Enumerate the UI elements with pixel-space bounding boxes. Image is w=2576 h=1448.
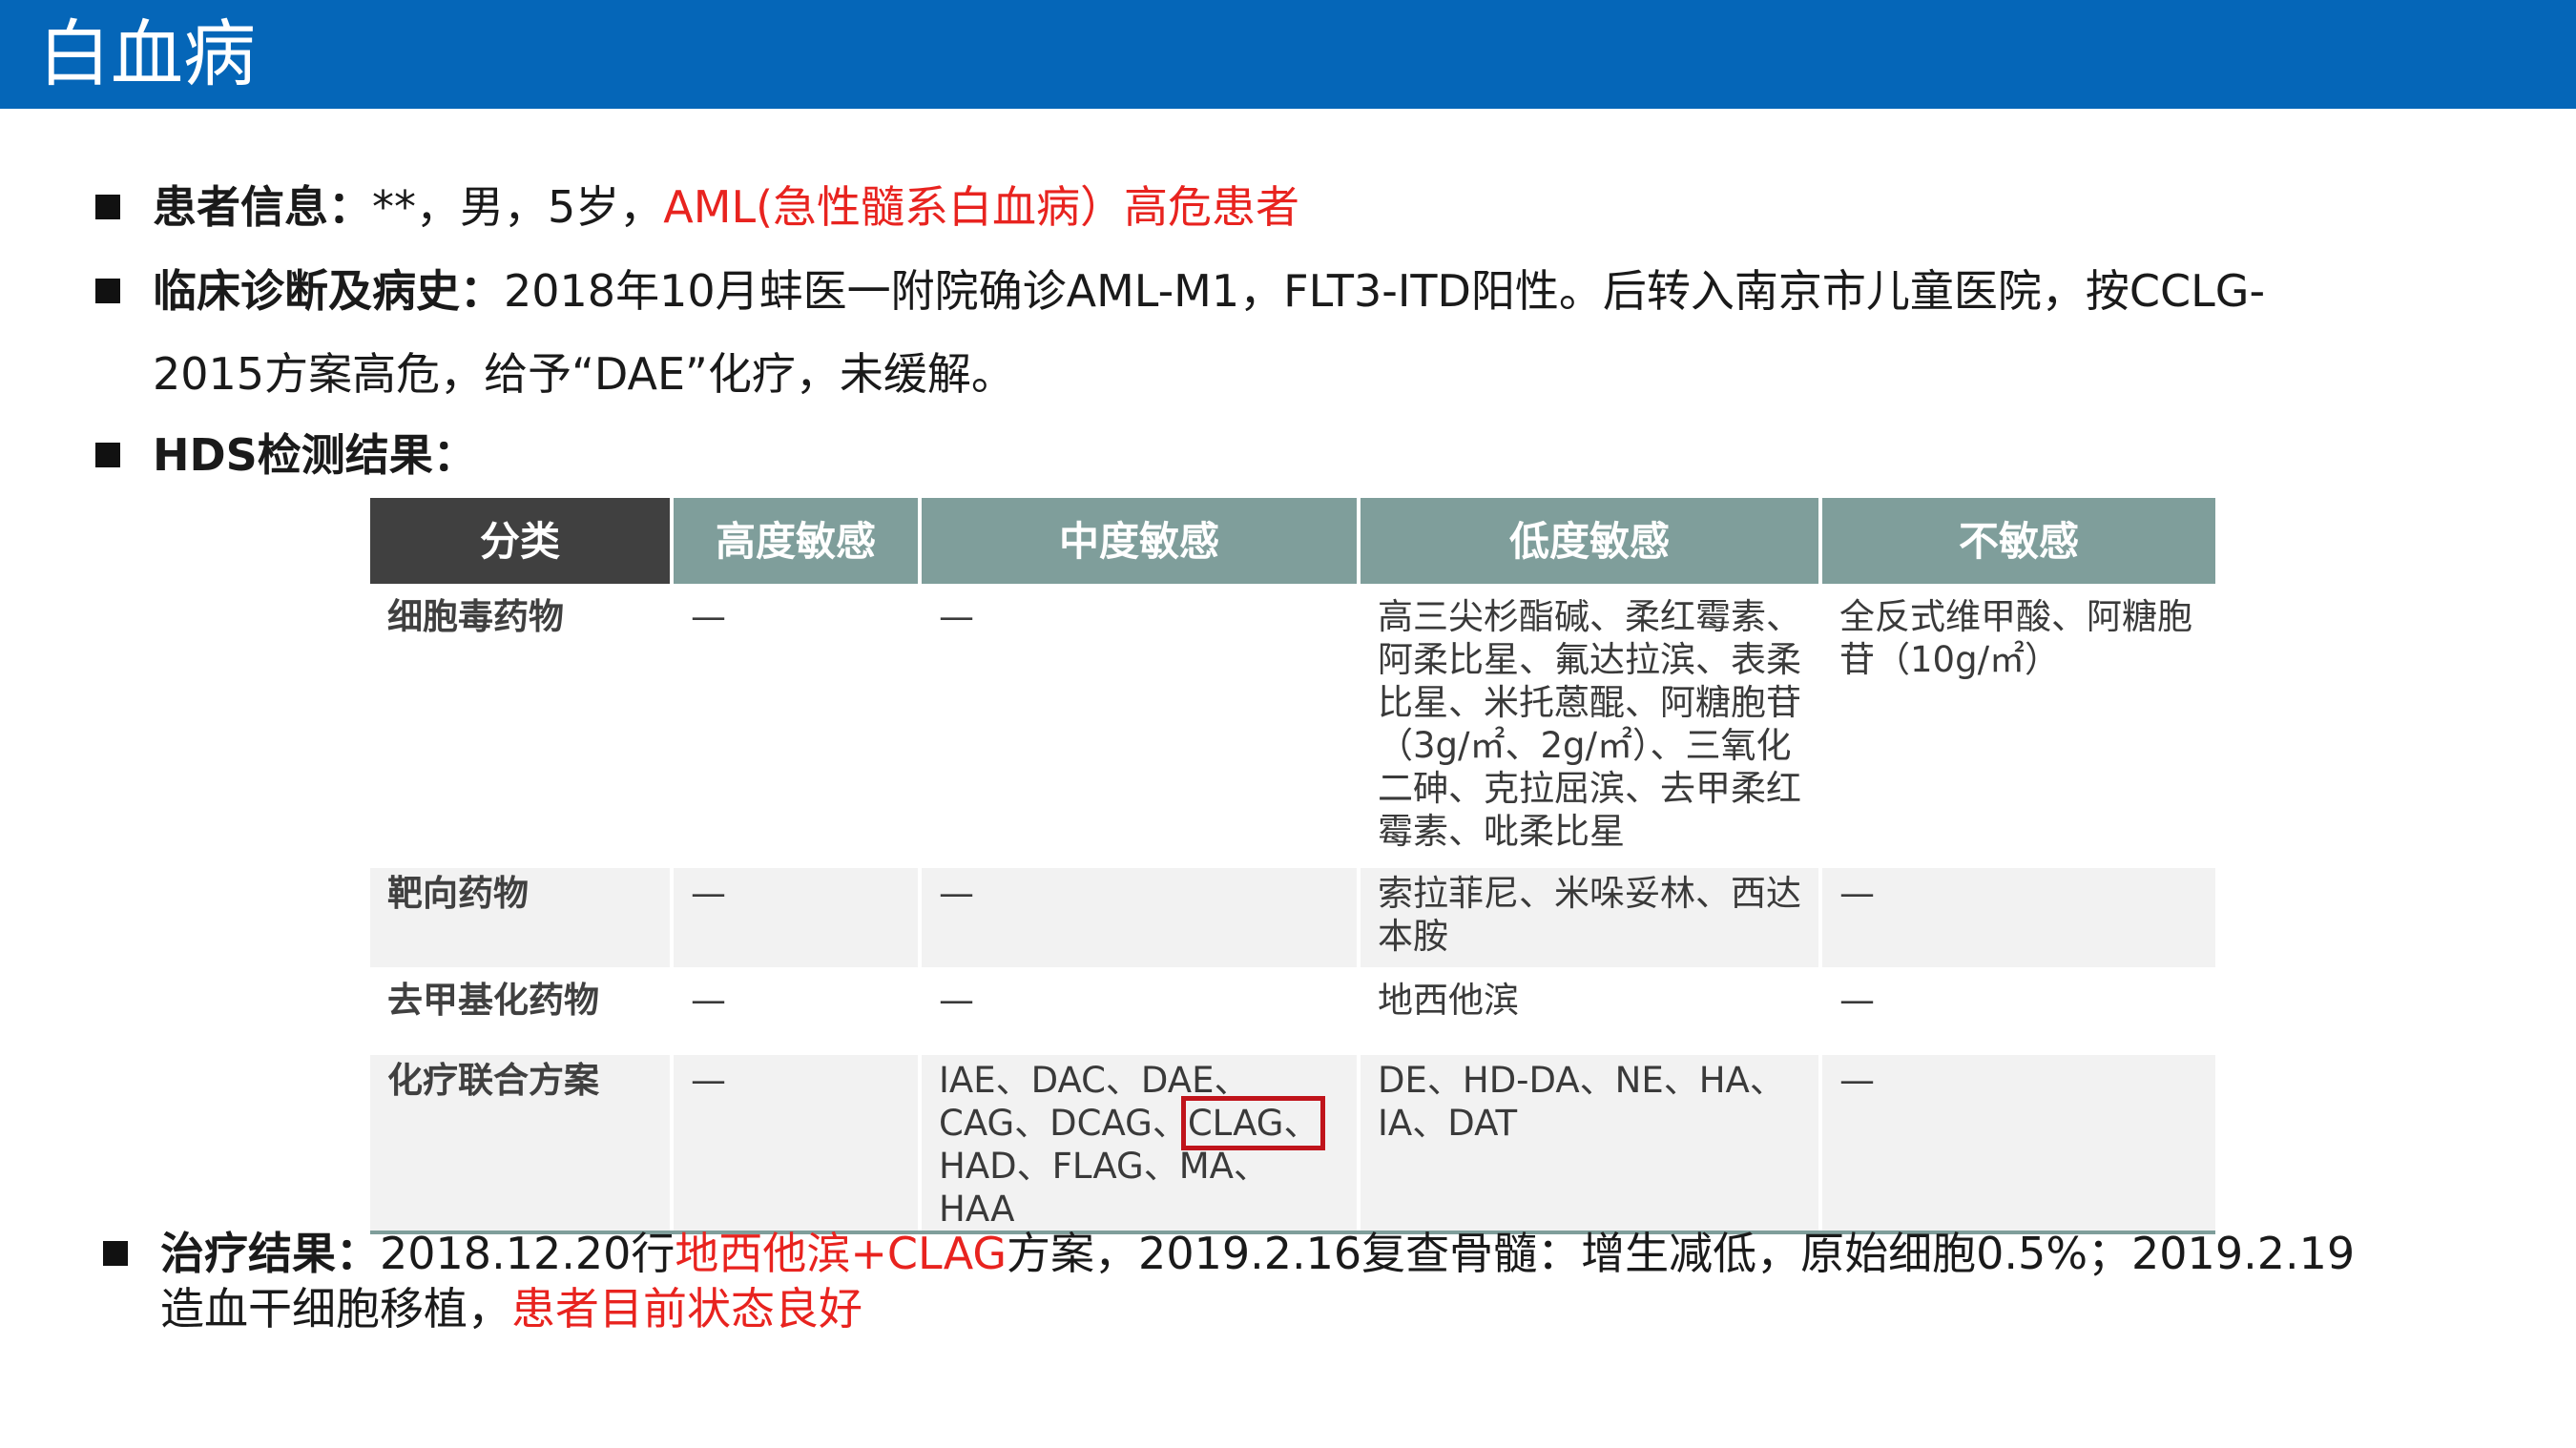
cell-mid: — — [918, 860, 1359, 971]
header-not-sensitive: 不敏感 — [1818, 498, 2215, 588]
cell-mid-text-rest: HAD、FLAG、MA、HAA — [939, 1146, 1269, 1230]
clag-highlight-box: CLAG、 — [1180, 1096, 1326, 1150]
cell-low: 高三尖杉酯碱、柔红霉素、阿柔比星、氟达拉滨、表柔比星、米托蒽醌、阿糖胞苷（3g/… — [1357, 584, 1820, 864]
table-header-row: 分类 高度敏感 中度敏感 低度敏感 不敏感 — [370, 498, 2215, 588]
slide-title: 白血病 — [38, 11, 256, 96]
patient-info-label: 患者信息： — [153, 181, 372, 233]
table-row: 去甲基化药物 — — 地西他滨 — — [370, 967, 2215, 1051]
header-mid-sensitive: 中度敏感 — [918, 498, 1359, 588]
cell-high: — — [670, 967, 920, 1051]
cell-mid: — — [918, 584, 1359, 864]
bullet-square-icon — [95, 443, 120, 467]
hds-label: HDS检测结果： — [153, 429, 477, 481]
cell-none: 全反式维甲酸、阿糖胞苷（10g/㎡） — [1818, 584, 2215, 864]
cell-mid: IAE、DAC、DAE、CAG、DCAG、CLAG、HAD、FLAG、MA、HA… — [918, 1047, 1359, 1234]
bullet-square-icon — [95, 195, 120, 219]
table-row: 靶向药物 — — 索拉菲尼、米哚妥林、西达本胺 — — [370, 860, 2215, 971]
row-category: 化疗联合方案 — [370, 1047, 672, 1234]
cell-high: — — [670, 1047, 920, 1234]
result-text: 2018.12.20行 — [380, 1228, 675, 1279]
row-category: 靶向药物 — [370, 860, 672, 971]
table-row: 化疗联合方案 — IAE、DAC、DAE、CAG、DCAG、CLAG、HAD、F… — [370, 1047, 2215, 1234]
cell-high: — — [670, 584, 920, 864]
diagnosis-text: 2018年10月蚌医一附院确诊AML-M1，FLT3-ITD阳性。后转入南京市儿… — [504, 265, 2266, 317]
cell-low: 地西他滨 — [1357, 967, 1820, 1051]
cell-none: — — [1818, 967, 2215, 1051]
cell-mid: — — [918, 967, 1359, 1051]
cell-low: 索拉菲尼、米哚妥林、西达本胺 — [1357, 860, 1820, 971]
result-label: 治疗结果： — [160, 1228, 380, 1279]
header-high-sensitive: 高度敏感 — [670, 498, 920, 588]
title-bar: 白血病 — [0, 0, 2576, 109]
table-row: 细胞毒药物 — — 高三尖杉酯碱、柔红霉素、阿柔比星、氟达拉滨、表柔比星、米托蒽… — [370, 584, 2215, 864]
cell-none: — — [1818, 860, 2215, 971]
cell-low: DE、HD-DA、NE、HA、IA、DAT — [1357, 1047, 1820, 1234]
result-line-2: 造血干细胞移植，患者目前状态良好 — [160, 1280, 862, 1337]
cell-none: — — [1818, 1047, 2215, 1234]
result-text-continued: 方案，2019.2.16复查骨髓：增生减低，原始细胞0.5%；2019.2.19 — [1007, 1228, 2356, 1279]
bullet-square-icon — [95, 279, 120, 303]
header-low-sensitive: 低度敏感 — [1357, 498, 1820, 588]
hds-result-table: 分类 高度敏感 中度敏感 低度敏感 不敏感 细胞毒药物 — — 高三尖杉酯碱、柔… — [370, 498, 2215, 1234]
diagnosis-label: 临床诊断及病史： — [153, 265, 504, 317]
header-category: 分类 — [370, 498, 672, 588]
diagnosis-text-continued: 2015方案高危，给予“DAE”化疗，未缓解。 — [153, 348, 1015, 400]
cell-high: — — [670, 860, 920, 971]
row-category: 去甲基化药物 — [370, 967, 672, 1051]
patient-info-text: **，男，5岁， — [372, 181, 664, 233]
bullet-square-icon — [103, 1241, 128, 1266]
result-highlight-regimen: 地西他滨+CLAG — [675, 1228, 1008, 1279]
row-category: 细胞毒药物 — [370, 584, 672, 864]
result-highlight-status: 患者目前状态良好 — [511, 1283, 862, 1334]
result-text-line2: 造血干细胞移植， — [160, 1283, 511, 1334]
patient-info-highlight: AML(急性髓系白血病）高危患者 — [663, 181, 1300, 233]
